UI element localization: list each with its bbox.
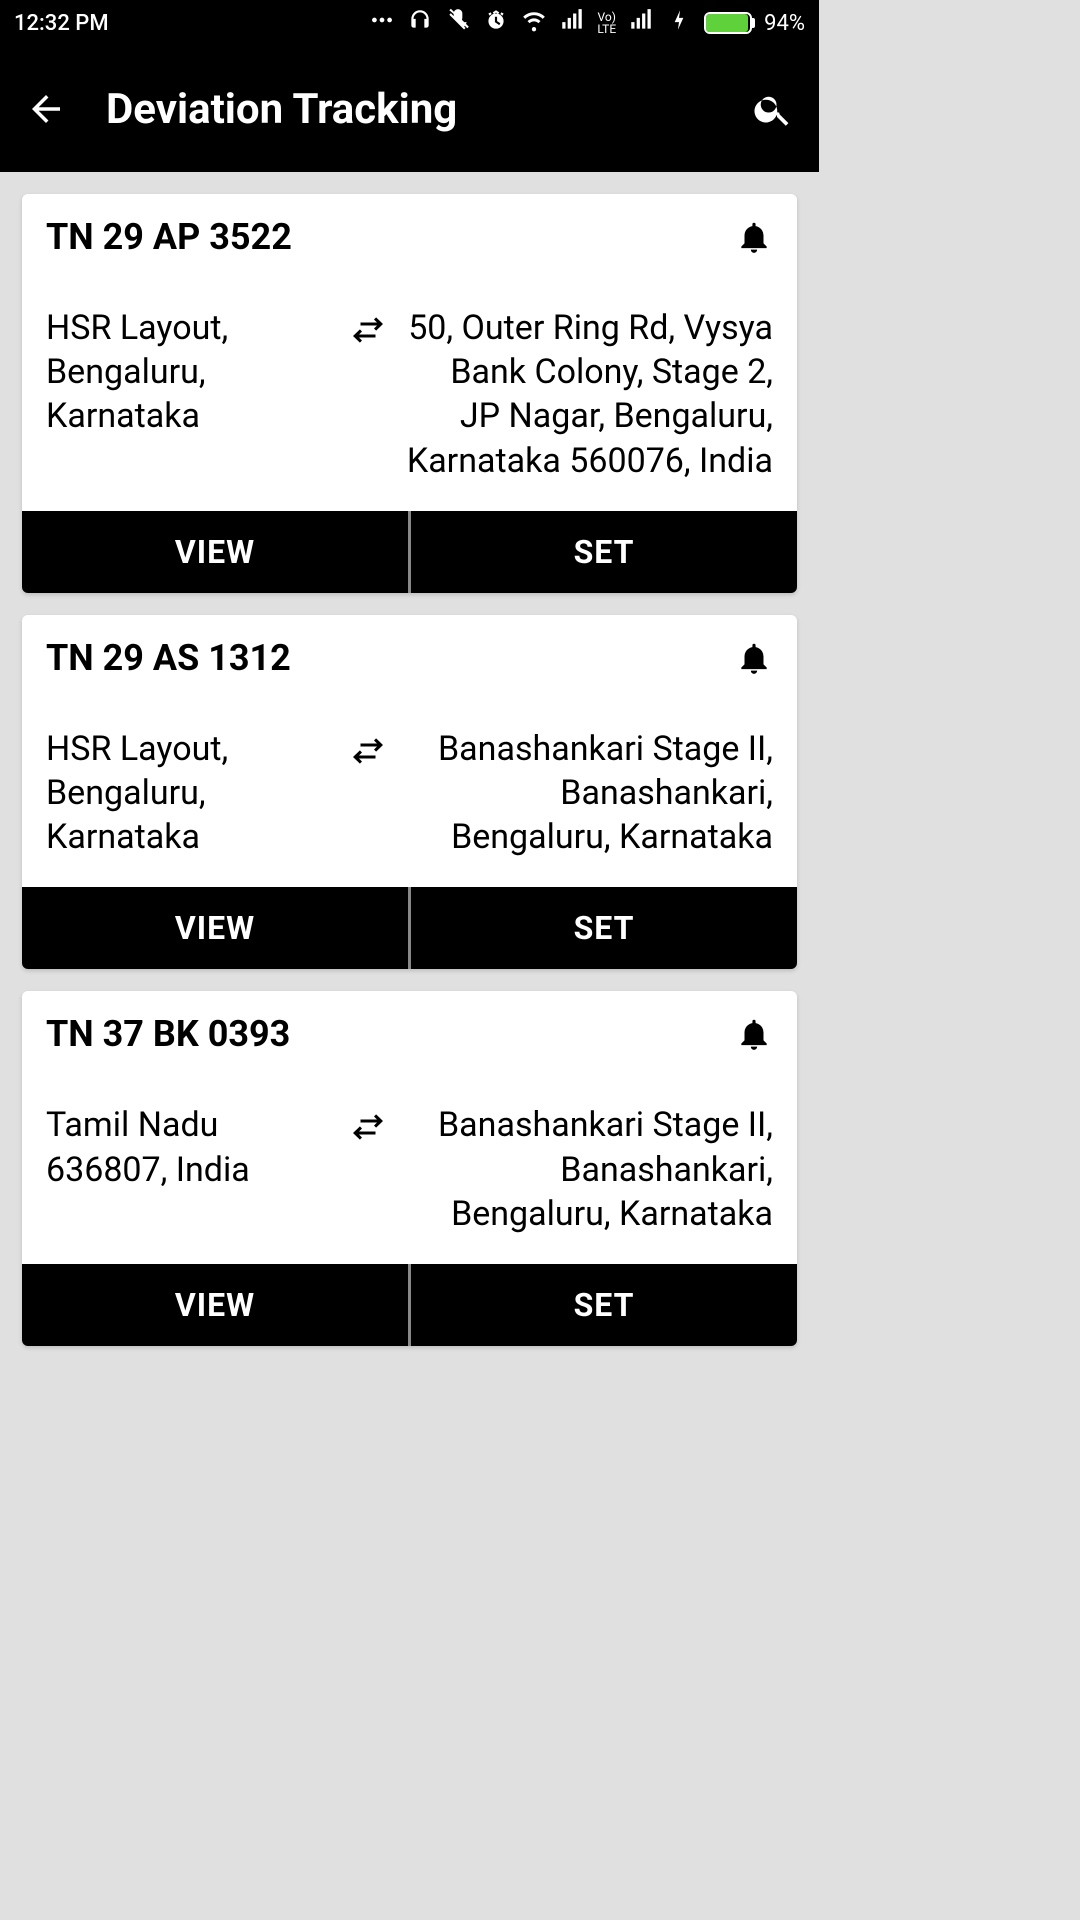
- signal-icon: [559, 7, 585, 39]
- bell-icon[interactable]: [735, 639, 773, 677]
- volte-icon: Vo)LTE: [597, 11, 616, 35]
- tracking-card: TN 29 AP 3522 HSR Layout, Bengaluru, Kar…: [22, 194, 797, 593]
- app-bar: Deviation Tracking: [0, 46, 819, 172]
- back-button[interactable]: [22, 85, 70, 133]
- set-button[interactable]: SET: [408, 887, 797, 969]
- battery-fill: [706, 14, 747, 32]
- bell-icon[interactable]: [735, 218, 773, 256]
- from-address: HSR Layout, Bengaluru, Karnataka: [46, 306, 330, 439]
- status-icons: Vo)LTE 94%: [369, 7, 805, 39]
- set-button[interactable]: SET: [408, 1264, 797, 1346]
- more-icon: [369, 7, 395, 39]
- headphones-icon: [407, 7, 433, 39]
- tracking-card: TN 29 AS 1312 HSR Layout, Bengaluru, Kar…: [22, 615, 797, 970]
- swap-icon: [346, 1103, 390, 1145]
- set-button[interactable]: SET: [408, 511, 797, 593]
- charging-icon: [666, 7, 692, 39]
- to-address: Banashankari Stage II, Banashankari, Ben…: [406, 727, 773, 860]
- signal-icon-2: [628, 7, 654, 39]
- search-button[interactable]: [749, 85, 797, 133]
- tracking-card: TN 37 BK 0393 Tamil Nadu 636807, India B…: [22, 991, 797, 1346]
- bell-icon[interactable]: [735, 1015, 773, 1053]
- view-button[interactable]: VIEW: [22, 887, 408, 969]
- alarm-icon: [483, 7, 509, 39]
- vehicle-reg: TN 37 BK 0393: [46, 1013, 290, 1055]
- vehicle-reg: TN 29 AP 3522: [46, 216, 292, 258]
- to-address: Banashankari Stage II, Banashankari, Ben…: [406, 1103, 773, 1236]
- view-button[interactable]: VIEW: [22, 511, 408, 593]
- to-address: 50, Outer Ring Rd, Vysya Bank Colony, St…: [406, 306, 773, 483]
- content: TN 29 AP 3522 HSR Layout, Bengaluru, Kar…: [0, 172, 819, 1368]
- battery-icon: [704, 12, 752, 34]
- from-address: HSR Layout, Bengaluru, Karnataka: [46, 727, 330, 860]
- mute-icon: [445, 7, 471, 39]
- status-bar: 12:32 PM Vo)LTE 94%: [0, 0, 819, 46]
- view-button[interactable]: VIEW: [22, 1264, 408, 1346]
- swap-icon: [346, 727, 390, 769]
- vehicle-reg: TN 29 AS 1312: [46, 637, 291, 679]
- battery-pct: 94%: [764, 11, 805, 36]
- from-address: Tamil Nadu 636807, India: [46, 1103, 330, 1191]
- wifi-icon: [521, 7, 547, 39]
- status-time: 12:32 PM: [14, 11, 109, 36]
- swap-icon: [346, 306, 390, 348]
- page-title: Deviation Tracking: [106, 85, 713, 134]
